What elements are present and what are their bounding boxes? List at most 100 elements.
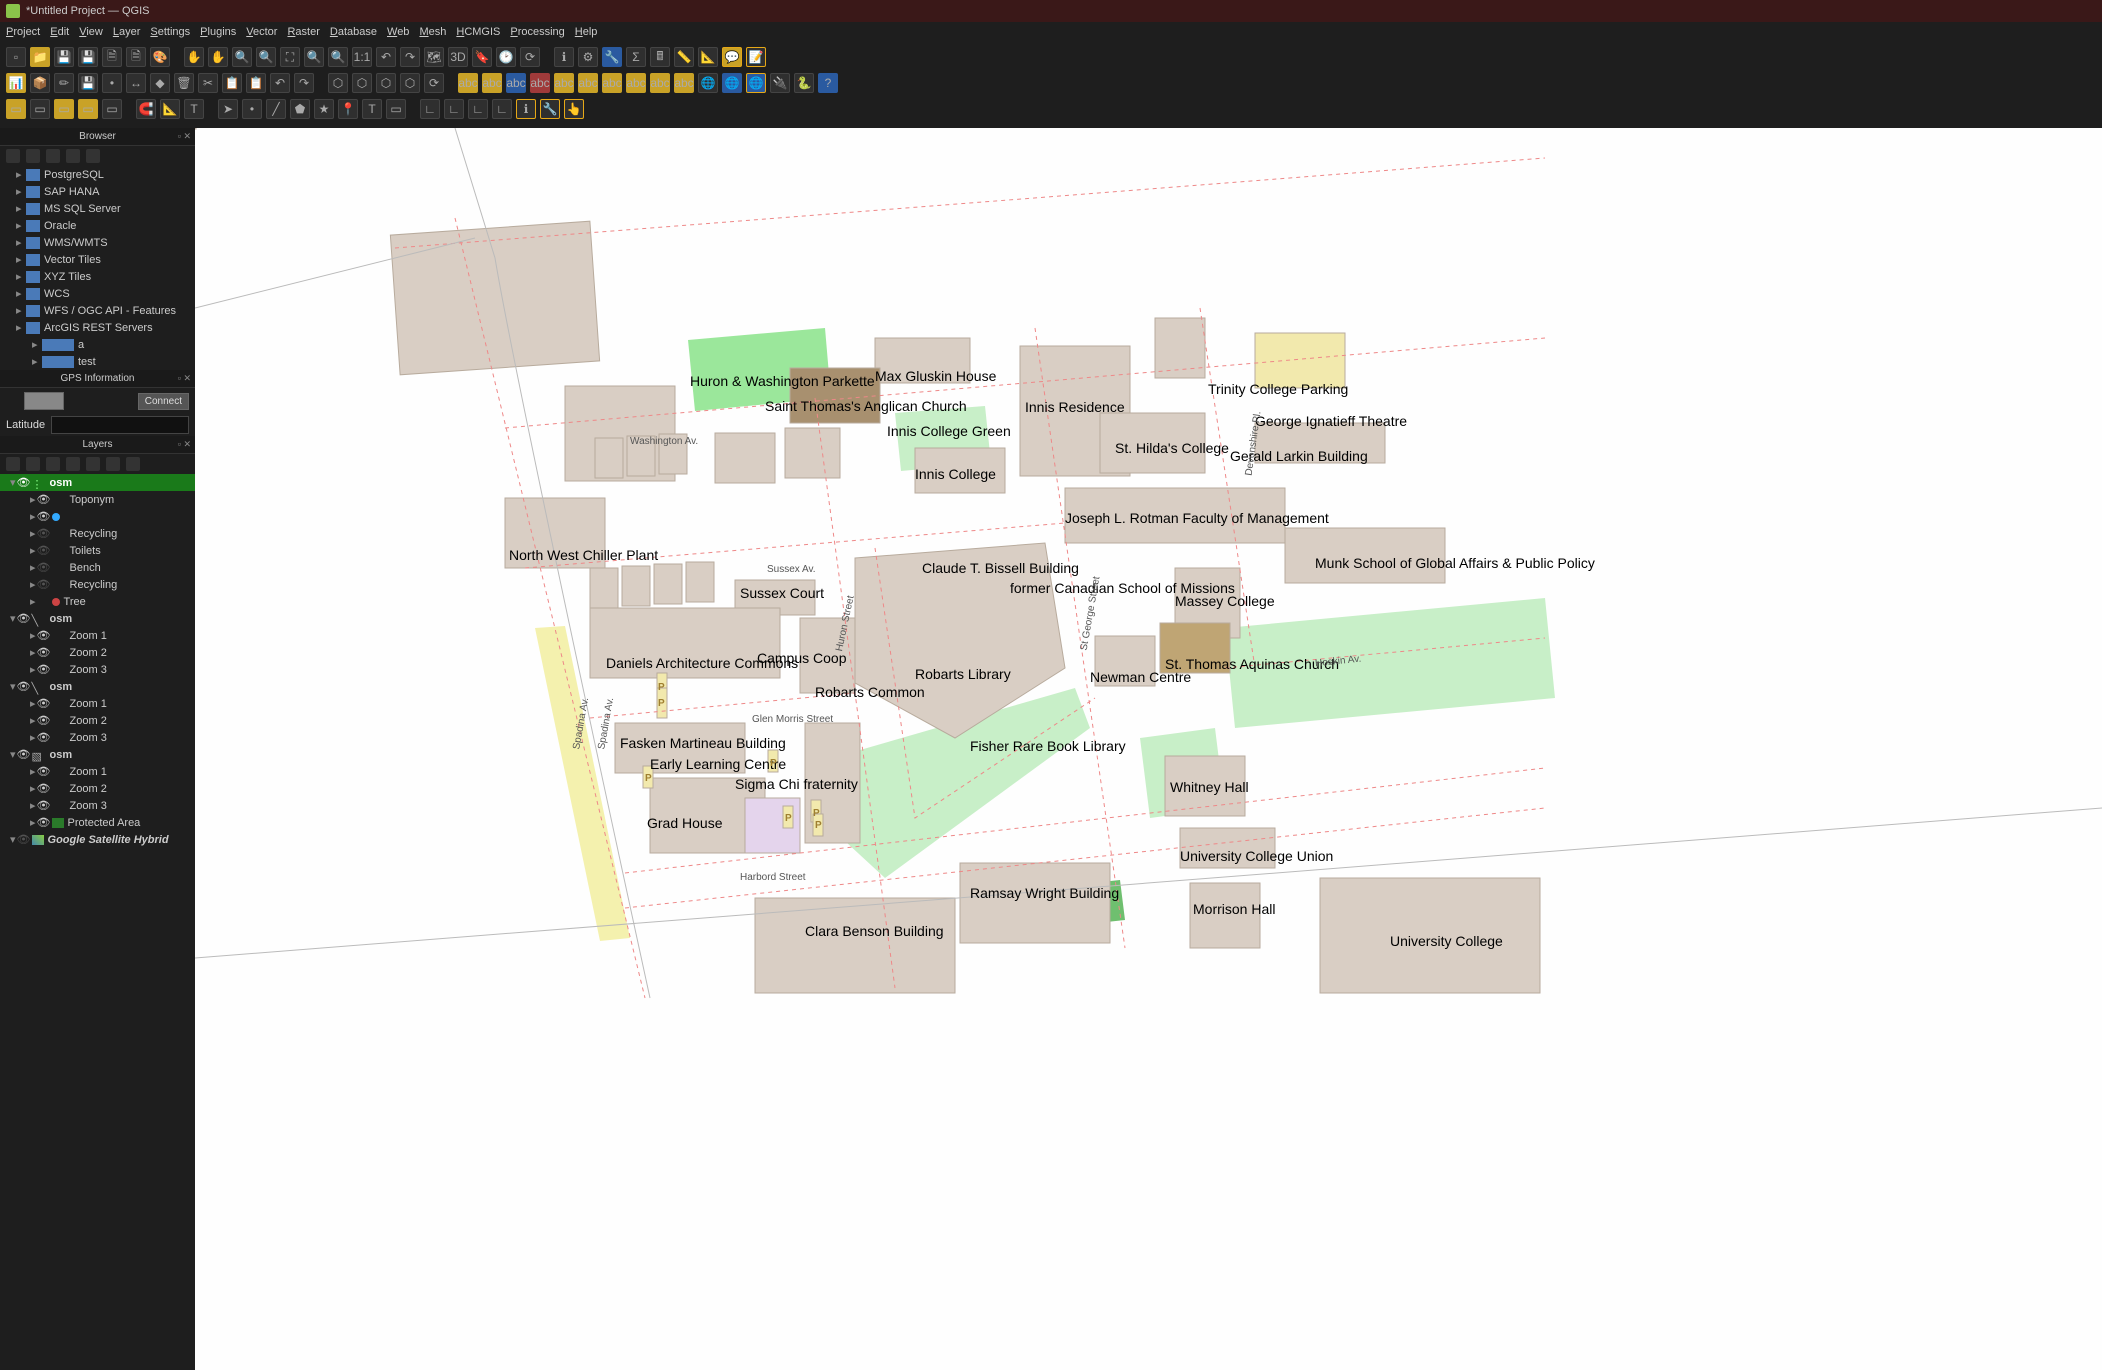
layer-row[interactable]: ▸👁Toilets — [0, 542, 195, 559]
osm-download-button[interactable]: 🌐 — [698, 73, 718, 93]
zoom-next-button[interactable]: ↷ — [400, 47, 420, 67]
menu-mesh[interactable]: Mesh — [419, 26, 446, 38]
new-layout-button[interactable]: 🗎 — [102, 47, 122, 67]
layer-row[interactable]: ▸👁Recycling — [0, 525, 195, 542]
delete-selected-button[interactable]: 🗑 — [174, 73, 194, 93]
browser-item[interactable]: ▸Oracle — [0, 217, 195, 234]
label-toolbar-9[interactable]: abc — [650, 73, 670, 93]
layer-row[interactable]: ▸👁Zoom 3 — [0, 797, 195, 814]
expand-all-icon[interactable] — [86, 457, 100, 471]
cad-4-button[interactable]: ∟ — [492, 99, 512, 119]
layer-row[interactable]: ▸👁Toponym — [0, 491, 195, 508]
label-toolbar-2[interactable]: abc — [482, 73, 502, 93]
gps-connect-button[interactable]: Connect — [138, 393, 189, 410]
split-button[interactable]: ⬡ — [376, 73, 396, 93]
browser-item[interactable]: ▸XYZ Tiles — [0, 268, 195, 285]
action-button[interactable]: 🔧 — [540, 99, 560, 119]
zoom-selection-button[interactable]: 🔍 — [304, 47, 324, 67]
add-marker-button[interactable]: 📍 — [338, 99, 358, 119]
copy-features-button[interactable]: 📋 — [222, 73, 242, 93]
new-geopackage-button[interactable]: 📦 — [30, 73, 50, 93]
layer-row[interactable]: ▾👁▧osm — [0, 746, 195, 763]
open-project-button[interactable]: 📁 — [30, 47, 50, 67]
menu-plugins[interactable]: Plugins — [200, 26, 236, 38]
advanced-digitizing-button[interactable]: 📐 — [160, 99, 180, 119]
zoom-layer-button[interactable]: 🔍 — [328, 47, 348, 67]
identify-button[interactable]: ℹ — [554, 47, 574, 67]
text-annotation-button[interactable]: T — [184, 99, 204, 119]
processing-toolbox-button[interactable]: ⚙ — [578, 47, 598, 67]
map-canvas[interactable]: Huron & Washington ParketteSaint Thomas'… — [195, 128, 2102, 1370]
layer-row[interactable]: ▾👁⋮osm — [0, 474, 195, 491]
menu-settings[interactable]: Settings — [150, 26, 190, 38]
label-toolbar-6[interactable]: abc — [578, 73, 598, 93]
layer-row[interactable]: ▸👁Zoom 2 — [0, 780, 195, 797]
visibility-toggle-icon[interactable]: 👁 — [36, 765, 52, 778]
label-toolbar-8[interactable]: abc — [626, 73, 646, 93]
cad-3-button[interactable]: ∟ — [468, 99, 488, 119]
label-toolbar-4[interactable]: abc — [530, 73, 550, 93]
browser-item[interactable]: ▸MS SQL Server — [0, 200, 195, 217]
visibility-toggle-icon[interactable]: 👁 — [36, 527, 52, 540]
cad-2-button[interactable]: ∟ — [444, 99, 464, 119]
menu-bar[interactable]: ProjectEditViewLayerSettingsPluginsVecto… — [0, 22, 2102, 42]
move-feature-button[interactable]: ↔ — [126, 73, 146, 93]
layers-tree[interactable]: ▾👁⋮osm▸👁Toponym▸👁▸👁Recycling▸👁Toilets▸👁B… — [0, 474, 195, 848]
browser-item[interactable]: ▸Vector Tiles — [0, 251, 195, 268]
browser-item[interactable]: ▸ArcGIS REST Servers — [0, 319, 195, 336]
browser-item[interactable]: ▸test — [0, 353, 195, 370]
menu-processing[interactable]: Processing — [510, 26, 564, 38]
layer-row[interactable]: ▸👁Protected Area — [0, 814, 195, 831]
layer-row[interactable]: ▾👁╲osm — [0, 610, 195, 627]
visibility-toggle-icon[interactable]: 👁 — [36, 629, 52, 642]
zoom-last-button[interactable]: ↶ — [376, 47, 396, 67]
browser-item[interactable]: ▸WFS / OGC API - Features — [0, 302, 195, 319]
layer-row[interactable]: ▸👁Recycling — [0, 576, 195, 593]
visibility-toggle-icon[interactable]: 👁 — [36, 493, 52, 506]
layer-row[interactable]: ▸👁Zoom 3 — [0, 729, 195, 746]
add-feature-button[interactable]: • — [102, 73, 122, 93]
filter-icon[interactable] — [46, 149, 60, 163]
manage-visibility-icon[interactable] — [46, 457, 60, 471]
gps-panel-header[interactable]: GPS Information ▫ ✕ — [0, 370, 195, 388]
visibility-toggle-icon[interactable]: 👁 — [36, 561, 52, 574]
layer-row[interactable]: ▸👁Zoom 1 — [0, 763, 195, 780]
menu-edit[interactable]: Edit — [50, 26, 69, 38]
browser-panel-header[interactable]: Browser ▫ ✕ — [0, 128, 195, 146]
zoom-native-button[interactable]: 1:1 — [352, 47, 372, 67]
visibility-toggle-icon[interactable]: 👁 — [16, 612, 32, 625]
visibility-toggle-icon[interactable]: 👁 — [36, 544, 52, 557]
properties-icon[interactable] — [86, 149, 100, 163]
menu-web[interactable]: Web — [387, 26, 409, 38]
menu-project[interactable]: Project — [6, 26, 40, 38]
refresh-icon[interactable] — [26, 149, 40, 163]
select-by-value-button[interactable]: ▭ — [30, 99, 50, 119]
visibility-toggle-icon[interactable]: 👁 — [36, 714, 52, 727]
browser-item[interactable]: ▸WMS/WMTS — [0, 234, 195, 251]
visibility-toggle-icon[interactable]: 👁 — [16, 680, 32, 693]
undo-button[interactable]: ↶ — [270, 73, 290, 93]
save-as-button[interactable]: 💾 — [78, 47, 98, 67]
select-features-button[interactable]: ▭ — [6, 99, 26, 119]
menu-database[interactable]: Database — [330, 26, 377, 38]
new-3d-view-button[interactable]: 3D — [448, 47, 468, 67]
plugin-button[interactable]: 🔌 — [770, 73, 790, 93]
select-all-button[interactable]: ▭ — [78, 99, 98, 119]
browser-item[interactable]: ▸SAP HANA — [0, 183, 195, 200]
browser-item[interactable]: ▸PostgreSQL — [0, 166, 195, 183]
add-group-icon[interactable] — [26, 457, 40, 471]
redo-button[interactable]: ↷ — [294, 73, 314, 93]
add-point-button[interactable]: • — [242, 99, 262, 119]
cad-1-button[interactable]: ∟ — [420, 99, 440, 119]
refresh-button[interactable]: ⟳ — [520, 47, 540, 67]
layer-row[interactable]: ▸👁Zoom 1 — [0, 627, 195, 644]
digitize-button[interactable]: ⬡ — [328, 73, 348, 93]
reshape-button[interactable]: ⬡ — [352, 73, 372, 93]
menu-layer[interactable]: Layer — [113, 26, 141, 38]
visibility-toggle-icon[interactable]: 👁 — [36, 697, 52, 710]
save-edits-button[interactable]: 💾 — [78, 73, 98, 93]
measure-area-button[interactable]: 📐 — [698, 47, 718, 67]
label-toolbar-3[interactable]: abc — [506, 73, 526, 93]
deselect-button[interactable]: ▭ — [54, 99, 74, 119]
stats-button[interactable]: Σ — [626, 47, 646, 67]
